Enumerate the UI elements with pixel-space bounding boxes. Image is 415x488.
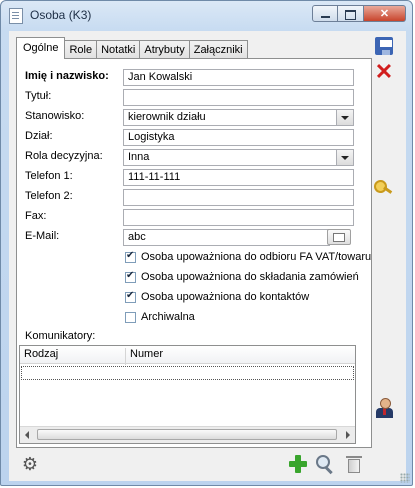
checkbox-orders[interactable]: Osoba upoważniona do składania zamówień	[125, 270, 359, 283]
email-input[interactable]: abc	[123, 229, 330, 246]
trash-bin	[348, 459, 360, 473]
email-label: E-Mail:	[25, 230, 60, 242]
column-header-number[interactable]: Numer	[130, 348, 163, 360]
save-icon[interactable]	[373, 35, 395, 57]
close-button[interactable]	[364, 5, 406, 22]
department-input[interactable]: Logistyka	[123, 129, 354, 146]
gear-icon[interactable]: ⚙	[19, 453, 41, 475]
checkbox-icon[interactable]	[125, 311, 136, 323]
tab-attributes[interactable]: Atrybuty	[139, 40, 190, 59]
decision-role-select-value: Inna	[128, 151, 150, 163]
phone2-label: Telefon 2:	[25, 190, 73, 202]
chevron-down-icon[interactable]	[336, 110, 353, 125]
title-bar[interactable]: Osoba (K3)	[1, 1, 412, 29]
checkbox-icon[interactable]	[125, 250, 136, 263]
name-label: Imię i nazwisko:	[25, 70, 109, 82]
title-input[interactable]	[123, 89, 354, 106]
envelope-icon[interactable]	[327, 229, 351, 245]
column-separator[interactable]	[125, 348, 126, 365]
communicators-label: Komunikatory:	[25, 330, 96, 342]
tab-notes[interactable]: Notatki	[96, 40, 141, 59]
key-shaft	[383, 186, 393, 194]
search-icon[interactable]	[314, 453, 336, 475]
department-label: Dział:	[25, 130, 53, 142]
window-title: Osoba (K3)	[30, 8, 92, 22]
phone2-input[interactable]	[123, 189, 354, 206]
resize-grip[interactable]	[400, 473, 410, 483]
floppy-label	[380, 40, 392, 47]
checkbox-invoice-receipt[interactable]: Osoba upoważniona do odbioru FA VAT/towa…	[125, 250, 372, 263]
plus-icon[interactable]	[287, 453, 309, 475]
checkbox-icon[interactable]	[125, 270, 136, 283]
handle-shape	[324, 466, 333, 475]
trash-icon[interactable]	[343, 453, 365, 475]
checkbox-archived[interactable]: Archiwalna	[125, 311, 195, 323]
horizontal-scrollbar[interactable]	[20, 426, 355, 443]
scroll-right-icon[interactable]	[346, 431, 350, 439]
fax-input[interactable]	[123, 209, 354, 226]
name-input[interactable]: Jan Kowalski	[123, 69, 354, 86]
person-tie	[383, 408, 386, 415]
checkbox-icon[interactable]	[125, 290, 136, 303]
person-head	[380, 398, 391, 409]
checkbox-label: Osoba upoważniona do kontaktów	[141, 291, 310, 303]
floppy-slot	[382, 50, 390, 55]
checkbox-label: Osoba upoważniona do składania zamówień	[141, 271, 359, 283]
chevron-down-icon[interactable]	[336, 150, 353, 165]
decision-role-select[interactable]: Inna	[123, 149, 354, 166]
position-label: Stanowisko:	[25, 110, 85, 122]
table-header: Rodzaj Numer	[20, 346, 355, 365]
tab-strip: Ogólne Role Notatki Atrybuty Załączniki	[16, 37, 248, 59]
checkbox-contacts[interactable]: Osoba upoważniona do kontaktów	[125, 290, 310, 303]
fax-label: Fax:	[25, 210, 47, 222]
tab-general[interactable]: Ogólne	[16, 37, 66, 59]
position-select-value: kierownik działu	[128, 111, 206, 123]
position-select[interactable]: kierownik działu	[123, 109, 354, 126]
dialog-window: Osoba (K3) Ogólne Role Notatki Atrybuty …	[0, 0, 413, 486]
minimize-button[interactable]	[312, 5, 338, 22]
title-label: Tytuł:	[25, 90, 52, 102]
client-area: Ogólne Role Notatki Atrybuty Załączniki …	[9, 31, 406, 481]
tab-attachments[interactable]: Załączniki	[188, 40, 248, 59]
key-icon[interactable]	[373, 176, 395, 198]
communicators-table: Rodzaj Numer	[19, 345, 356, 444]
document-icon	[9, 8, 23, 24]
tab-roles[interactable]: Role	[64, 40, 98, 59]
decision-role-label: Rola decyzyjna:	[25, 150, 103, 162]
scroll-left-icon[interactable]	[25, 431, 29, 439]
scrollbar-thumb[interactable]	[37, 429, 337, 440]
checkbox-label: Osoba upoważniona do odbioru FA VAT/towa…	[141, 251, 372, 263]
column-header-type[interactable]: Rodzaj	[24, 348, 58, 360]
window-controls	[312, 5, 406, 22]
checkbox-label: Archiwalna	[141, 311, 195, 323]
trash-lid	[346, 456, 362, 458]
phone1-input[interactable]: 111-11-111	[123, 169, 354, 186]
phone1-label: Telefon 1:	[25, 170, 73, 182]
person-icon[interactable]	[374, 397, 396, 419]
maximize-button[interactable]	[338, 5, 364, 22]
cancel-icon[interactable]: ✕	[373, 61, 395, 83]
table-row[interactable]	[21, 366, 354, 380]
